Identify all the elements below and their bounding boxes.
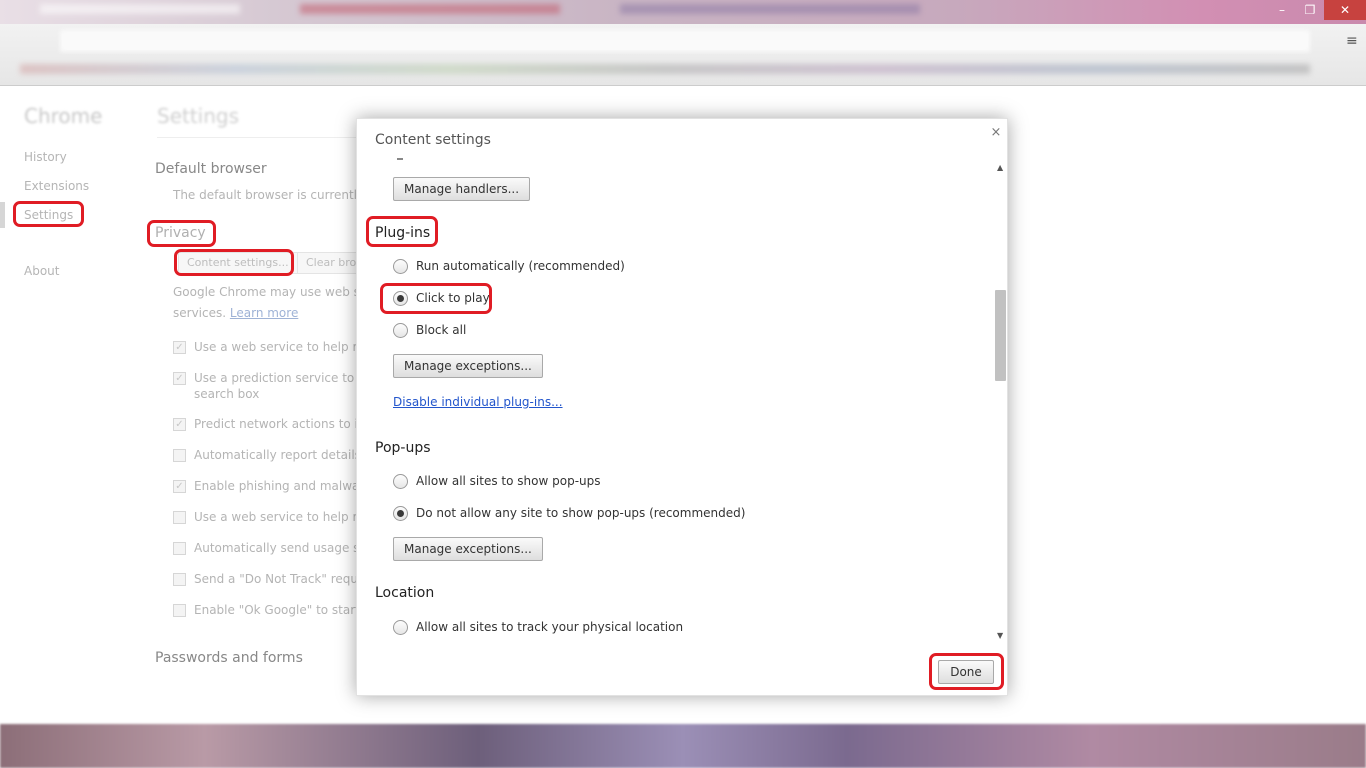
checkbox[interactable] <box>173 573 186 586</box>
highlight-content-settings <box>174 249 294 276</box>
address-bar[interactable] <box>60 30 1310 52</box>
radio-label: Allow all sites to show pop-ups <box>416 474 601 488</box>
dialog-title: Content settings <box>375 132 491 148</box>
radio-allow-popups[interactable]: Allow all sites to show pop-ups <box>393 472 601 490</box>
radio-label: Block all <box>416 323 467 337</box>
learn-more-link[interactable]: Learn more <box>230 306 298 320</box>
default-browser-title: Default browser <box>155 161 267 177</box>
manage-handlers-button[interactable]: Manage handlers... <box>393 177 531 201</box>
radio-label: Do not allow any site to show pop-ups (r… <box>416 506 746 520</box>
content-settings-dialog: Content settings × Manage handlers... Pl… <box>356 118 1008 696</box>
disable-plugins-link[interactable]: Disable individual plug-ins... <box>393 395 563 409</box>
radio-button[interactable] <box>393 258 408 274</box>
highlight-click-to-play <box>380 283 492 314</box>
radio-label: Allow all sites to track your physical l… <box>416 620 684 634</box>
popups-title: Pop-ups <box>375 440 431 456</box>
privacy-description-line2: services. Learn more <box>173 306 298 320</box>
radio-block-popups[interactable]: Do not allow any site to show pop-ups (r… <box>393 504 745 522</box>
radio-allow-location[interactable]: Allow all sites to track your physical l… <box>393 618 683 636</box>
checkbox[interactable]: ✓ <box>173 372 186 385</box>
checkbox[interactable] <box>173 604 186 617</box>
minimize-icon[interactable]: – <box>1268 0 1296 20</box>
checkbox[interactable] <box>173 449 186 462</box>
radio-button[interactable] <box>393 322 408 338</box>
checkbox-label: Use a web service to help resol <box>194 340 382 354</box>
chrome-brand: Chrome <box>24 104 103 128</box>
checkbox[interactable] <box>173 542 186 555</box>
privacy-description: Google Chrome may use web servi <box>173 285 383 299</box>
sidebar-item-history[interactable]: History <box>24 150 67 164</box>
dialog-scrollbar[interactable]: ▲ ▼ <box>993 163 1009 643</box>
highlight-plugins <box>366 216 438 247</box>
close-icon[interactable]: ✕ <box>1324 0 1366 20</box>
blurred-tab <box>300 4 560 14</box>
clear-browsing-data-button[interactable]: Clear brow <box>297 252 357 274</box>
checkbox-label: Enable "Ok Google" to start a v <box>194 603 382 617</box>
checkbox-label: Predict network actions to imp <box>194 417 378 431</box>
clipped-content <box>397 158 403 160</box>
scroll-up-icon[interactable]: ▲ <box>997 163 1003 172</box>
radio-button[interactable] <box>393 505 408 521</box>
default-browser-text: The default browser is currently Go <box>173 188 385 202</box>
window-titlebar: – ❐ ✕ <box>0 0 1366 24</box>
maximize-icon[interactable]: ❐ <box>1296 0 1324 20</box>
page-title: Settings <box>157 104 240 128</box>
dialog-scroll-area[interactable]: Manage handlers... Plug-ins Run automati… <box>357 155 993 639</box>
checkbox-label: Automatically report details of <box>194 448 377 462</box>
radio-button[interactable] <box>393 473 408 489</box>
radio-button[interactable] <box>393 619 408 635</box>
browser-toolbar: ≡ <box>0 24 1366 86</box>
checkbox[interactable]: ✓ <box>173 418 186 431</box>
manage-popup-exceptions-button[interactable]: Manage exceptions... <box>393 537 543 561</box>
radio-run-automatically[interactable]: Run automatically (recommended) <box>393 257 625 275</box>
sidebar-item-about[interactable]: About <box>24 264 59 278</box>
manage-plugin-exceptions-button[interactable]: Manage exceptions... <box>393 354 543 378</box>
menu-icon[interactable]: ≡ <box>1346 34 1360 48</box>
highlight-done <box>929 653 1004 690</box>
bookmarks-bar <box>20 64 1310 74</box>
sidebar-item-extensions[interactable]: Extensions <box>24 179 89 193</box>
highlight-settings <box>13 201 84 227</box>
taskbar <box>0 724 1366 768</box>
close-icon[interactable]: × <box>990 125 1002 140</box>
blurred-tab <box>40 4 240 14</box>
checkbox-label: Enable phishing and malware p <box>194 479 383 493</box>
radio-block-all[interactable]: Block all <box>393 321 466 339</box>
checkbox[interactable]: ✓ <box>173 480 186 493</box>
highlight-privacy <box>147 220 216 247</box>
checkbox[interactable]: ✓ <box>173 341 186 354</box>
scroll-down-icon[interactable]: ▼ <box>997 631 1003 640</box>
checkbox[interactable] <box>173 511 186 524</box>
passwords-title: Passwords and forms <box>155 650 303 666</box>
checkbox-label: Send a "Do Not Track" request <box>194 572 377 586</box>
selected-indicator <box>0 202 5 228</box>
location-title: Location <box>375 585 435 601</box>
blurred-tab <box>620 4 920 14</box>
radio-label: Run automatically (recommended) <box>416 259 625 273</box>
checkbox-label: Use a web service to help resol <box>194 510 382 524</box>
checkbox-label-line2: search box <box>194 387 260 401</box>
title-divider <box>157 137 357 138</box>
scroll-thumb[interactable] <box>995 290 1006 381</box>
services-text: services. <box>173 306 227 320</box>
